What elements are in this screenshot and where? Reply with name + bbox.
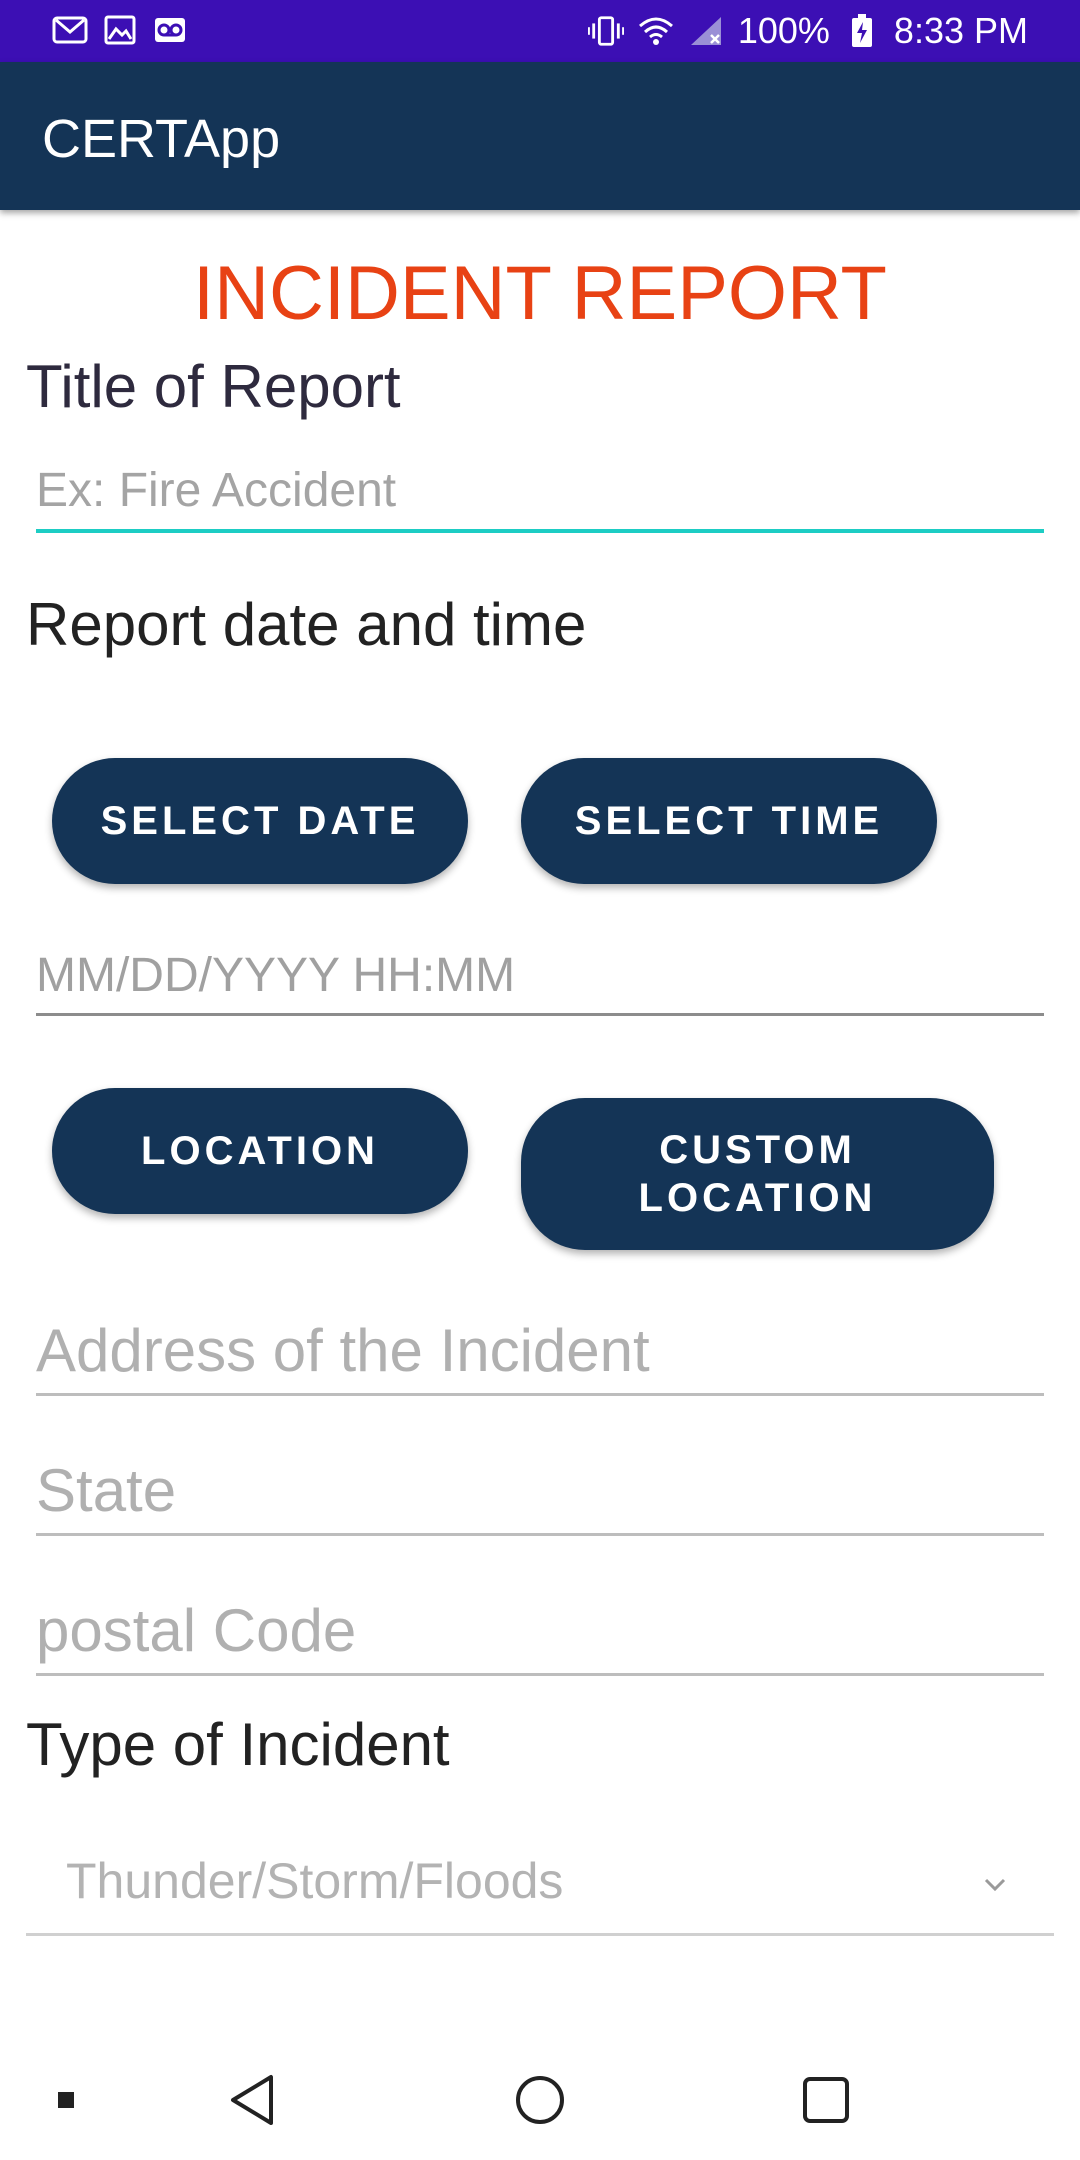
title-label: Title of Report bbox=[26, 353, 401, 420]
address-input[interactable] bbox=[36, 1310, 1044, 1390]
battery-percent: 100% bbox=[737, 10, 830, 51]
custom-location-button[interactable]: CUSTOM LOCATION bbox=[521, 1098, 994, 1250]
navigation-bar bbox=[0, 2040, 1080, 2160]
status-right-icons: 100% 8:33 PM bbox=[587, 10, 1028, 52]
page-title: INCIDENT REPORT bbox=[193, 251, 887, 336]
postal-field-container bbox=[36, 1590, 1044, 1676]
location-button[interactable]: LOCATION bbox=[52, 1088, 468, 1214]
dropdown-underline bbox=[26, 1933, 1054, 1936]
datetime-label: Report date and time bbox=[26, 591, 587, 658]
state-input[interactable] bbox=[36, 1450, 1044, 1530]
status-bar: 100% 8:33 PM bbox=[0, 0, 1080, 62]
incident-type-dropdown[interactable]: Thunder/Storm/Floods bbox=[26, 1840, 1054, 1936]
title-input[interactable] bbox=[36, 455, 1044, 525]
select-date-button[interactable]: SELECT DATE bbox=[52, 758, 468, 884]
home-icon[interactable] bbox=[510, 2070, 570, 2130]
datetime-input-underline bbox=[36, 1013, 1044, 1016]
clock: 8:33 PM bbox=[893, 10, 1028, 51]
chevron-down-icon bbox=[980, 1870, 1010, 1900]
battery-charging-icon bbox=[844, 13, 880, 49]
square-dot-icon[interactable] bbox=[36, 2070, 96, 2130]
app-bar: CERTApp bbox=[0, 62, 1080, 210]
datetime-input[interactable] bbox=[36, 940, 1044, 1010]
title-field-container bbox=[36, 455, 1044, 533]
address-input-underline bbox=[36, 1393, 1044, 1396]
state-field-container bbox=[36, 1450, 1044, 1536]
app-title: CERTApp bbox=[42, 109, 281, 169]
postal-code-input[interactable] bbox=[36, 1590, 1044, 1670]
wifi-icon bbox=[638, 13, 674, 49]
postal-input-underline bbox=[36, 1673, 1044, 1676]
select-time-button[interactable]: SELECT TIME bbox=[521, 758, 937, 884]
incident-type-label: Type of Incident bbox=[26, 1711, 450, 1778]
status-left-icons bbox=[52, 12, 188, 48]
back-icon[interactable] bbox=[222, 2070, 282, 2130]
image-icon bbox=[102, 12, 138, 48]
signal-icon bbox=[688, 13, 724, 49]
state-input-underline bbox=[36, 1533, 1044, 1536]
address-field-container bbox=[36, 1310, 1044, 1396]
recents-icon[interactable] bbox=[796, 2070, 856, 2130]
voicemail-icon bbox=[152, 12, 188, 48]
gmail-icon bbox=[52, 12, 88, 48]
datetime-field-container bbox=[36, 940, 1044, 1016]
incident-type-selected: Thunder/Storm/Floods bbox=[66, 1853, 564, 1909]
vibrate-icon bbox=[587, 13, 624, 49]
title-input-underline bbox=[36, 529, 1044, 533]
